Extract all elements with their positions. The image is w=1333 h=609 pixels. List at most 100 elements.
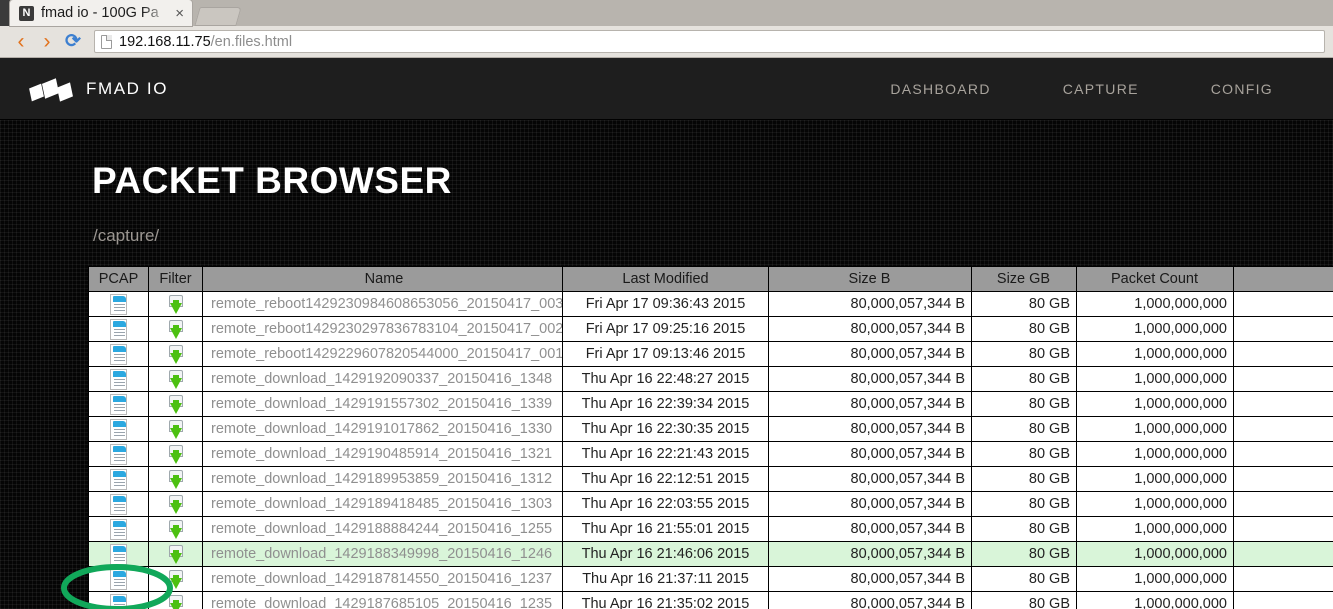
- cell-name[interactable]: remote_download_1429191017862_20150416_1…: [202, 416, 563, 442]
- pcap-file-icon[interactable]: [110, 568, 127, 590]
- filter-download-icon[interactable]: [166, 369, 186, 390]
- filter-download-icon[interactable]: [166, 419, 186, 440]
- cell-name[interactable]: remote_download_1429191557302_20150416_1…: [202, 391, 563, 417]
- table-row[interactable]: remote_download_1429189418485_20150416_1…: [88, 491, 1333, 517]
- col-header-filter[interactable]: Filter: [148, 266, 203, 292]
- pcap-file-icon[interactable]: [110, 293, 127, 315]
- col-header-last-modified[interactable]: Last Modified: [562, 266, 769, 292]
- table-row[interactable]: remote_reboot1429230297836783104_2015041…: [88, 316, 1333, 342]
- pcap-file-icon[interactable]: [110, 593, 127, 609]
- url-bar[interactable]: 192.168.11.75/en.files.html: [94, 30, 1325, 53]
- filter-download-icon[interactable]: [166, 494, 186, 515]
- cell-pcap[interactable]: [88, 516, 149, 542]
- pcap-file-icon[interactable]: [110, 468, 127, 490]
- cell-name[interactable]: remote_download_1429187685105_20150416_1…: [202, 591, 563, 609]
- cell-name[interactable]: remote_download_1429190485914_20150416_1…: [202, 441, 563, 467]
- cell-blank: [1233, 391, 1333, 417]
- filter-download-icon[interactable]: [166, 394, 186, 415]
- col-header-size-b[interactable]: Size B: [768, 266, 972, 292]
- pcap-file-icon[interactable]: [110, 318, 127, 340]
- brand[interactable]: FMAD IO: [29, 77, 168, 102]
- forward-icon[interactable]: ›: [34, 29, 60, 55]
- col-header-size-gb[interactable]: Size GB: [971, 266, 1077, 292]
- pcap-file-icon[interactable]: [110, 368, 127, 390]
- cell-pcap[interactable]: [88, 466, 149, 492]
- cell-pcap[interactable]: [88, 366, 149, 392]
- cell-name[interactable]: remote_reboot1429230297836783104_2015041…: [202, 316, 563, 342]
- pcap-file-icon[interactable]: [110, 493, 127, 515]
- nav-link-capture[interactable]: CAPTURE: [1063, 81, 1139, 97]
- cell-name[interactable]: remote_download_1429187814550_20150416_1…: [202, 566, 563, 592]
- pcap-file-icon[interactable]: [110, 343, 127, 365]
- cell-pcap[interactable]: [88, 441, 149, 467]
- table-row[interactable]: remote_download_1429189953859_20150416_1…: [88, 466, 1333, 492]
- cell-name[interactable]: remote_reboot1429230984608653056_2015041…: [202, 291, 563, 317]
- cell-filter[interactable]: [148, 416, 203, 442]
- filter-download-icon[interactable]: [166, 544, 186, 565]
- filter-download-icon[interactable]: [166, 294, 186, 315]
- table-row[interactable]: remote_download_1429190485914_20150416_1…: [88, 441, 1333, 467]
- cell-filter[interactable]: [148, 441, 203, 467]
- filter-download-icon[interactable]: [166, 519, 186, 540]
- col-header-packet-count[interactable]: Packet Count: [1076, 266, 1234, 292]
- cell-filter[interactable]: [148, 566, 203, 592]
- pcap-file-icon[interactable]: [110, 393, 127, 415]
- reload-icon[interactable]: ⟳: [60, 29, 86, 55]
- cell-filter[interactable]: [148, 341, 203, 367]
- col-header-name[interactable]: Name: [202, 266, 563, 292]
- table-row[interactable]: remote_download_1429188349998_20150416_1…: [88, 541, 1333, 567]
- table-row[interactable]: remote_download_1429191557302_20150416_1…: [88, 391, 1333, 417]
- cell-name[interactable]: remote_download_1429188884244_20150416_1…: [202, 516, 563, 542]
- cell-pcap[interactable]: [88, 541, 149, 567]
- filter-download-icon[interactable]: [166, 469, 186, 490]
- cell-last-modified: Thu Apr 16 21:46:06 2015: [562, 541, 769, 567]
- table-row[interactable]: remote_download_1429187814550_20150416_1…: [88, 566, 1333, 592]
- cell-pcap[interactable]: [88, 291, 149, 317]
- cell-filter[interactable]: [148, 541, 203, 567]
- new-tab-button[interactable]: [194, 7, 242, 26]
- cell-pcap[interactable]: [88, 566, 149, 592]
- cell-pcap[interactable]: [88, 341, 149, 367]
- cell-filter[interactable]: [148, 291, 203, 317]
- cell-filter[interactable]: [148, 516, 203, 542]
- cell-name[interactable]: remote_download_1429192090337_20150416_1…: [202, 366, 563, 392]
- nav-link-dashboard[interactable]: DASHBOARD: [890, 81, 990, 97]
- close-icon[interactable]: ×: [173, 6, 186, 21]
- browser-tab[interactable]: N fmad io - 100G Pa ×: [10, 0, 192, 26]
- cell-filter[interactable]: [148, 466, 203, 492]
- cell-name[interactable]: remote_download_1429188349998_20150416_1…: [202, 541, 563, 567]
- table-row[interactable]: remote_download_1429192090337_20150416_1…: [88, 366, 1333, 392]
- pcap-file-icon[interactable]: [110, 518, 127, 540]
- filter-download-icon[interactable]: [166, 344, 186, 365]
- cell-name[interactable]: remote_download_1429189418485_20150416_1…: [202, 491, 563, 517]
- table-row[interactable]: remote_download_1429187685105_20150416_1…: [88, 591, 1333, 609]
- pcap-file-icon[interactable]: [110, 543, 127, 565]
- cell-pcap[interactable]: [88, 491, 149, 517]
- table-row[interactable]: remote_download_1429191017862_20150416_1…: [88, 416, 1333, 442]
- cell-pcap[interactable]: [88, 591, 149, 609]
- cell-pcap[interactable]: [88, 416, 149, 442]
- cell-name[interactable]: remote_reboot1429229607820544000_2015041…: [202, 341, 563, 367]
- filter-download-icon[interactable]: [166, 319, 186, 340]
- filter-download-icon[interactable]: [166, 569, 186, 590]
- filter-download-icon[interactable]: [166, 594, 186, 609]
- table-row[interactable]: remote_download_1429188884244_20150416_1…: [88, 516, 1333, 542]
- pcap-file-icon[interactable]: [110, 443, 127, 465]
- cell-filter[interactable]: [148, 491, 203, 517]
- cell-filter[interactable]: [148, 591, 203, 609]
- cell-filter[interactable]: [148, 366, 203, 392]
- filter-download-icon[interactable]: [166, 444, 186, 465]
- cell-pcap[interactable]: [88, 316, 149, 342]
- table-row[interactable]: remote_reboot1429230984608653056_2015041…: [88, 291, 1333, 317]
- back-icon[interactable]: ‹: [8, 29, 34, 55]
- nav-link-config[interactable]: CONFIG: [1211, 81, 1273, 97]
- browser-chrome: N fmad io - 100G Pa × ‹ › ⟳ 192.168.11.7…: [0, 0, 1333, 58]
- pcap-file-icon[interactable]: [110, 418, 127, 440]
- table-row[interactable]: remote_reboot1429229607820544000_2015041…: [88, 341, 1333, 367]
- cell-filter[interactable]: [148, 316, 203, 342]
- col-header-pcap[interactable]: PCAP: [88, 266, 149, 292]
- cell-name[interactable]: remote_download_1429189953859_20150416_1…: [202, 466, 563, 492]
- cell-filter[interactable]: [148, 391, 203, 417]
- cell-pcap[interactable]: [88, 391, 149, 417]
- cell-packet-count: 1,000,000,000: [1076, 316, 1234, 342]
